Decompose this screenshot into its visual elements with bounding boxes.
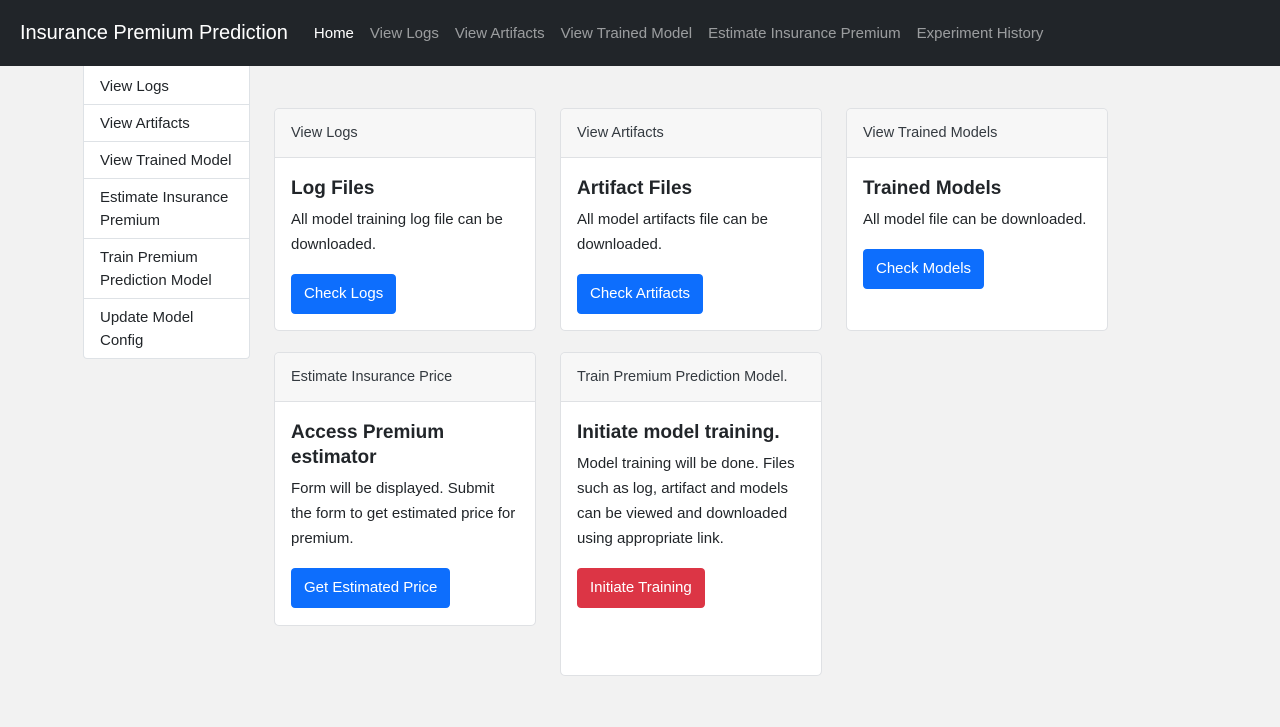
sidebar-item-update-model-config[interactable]: Update Model Config: [84, 298, 249, 358]
card-text: Model training will be done. Files such …: [577, 455, 795, 547]
sidebar-item-view-artifacts[interactable]: View Artifacts: [84, 104, 249, 141]
sidebar-item-view-trained-model[interactable]: View Trained Model: [84, 141, 249, 178]
check-models-button[interactable]: Check Models: [863, 249, 985, 289]
card-title: Log Files: [291, 178, 375, 199]
card-header: View Logs: [275, 109, 535, 158]
nav-link-experiment-history[interactable]: Experiment History: [917, 25, 1044, 42]
card-view-logs: View Logs Log Files All model training l…: [274, 108, 536, 331]
nav-link-view-logs[interactable]: View Logs: [370, 25, 439, 42]
card-header: View Trained Models: [847, 109, 1107, 158]
card-text: All model training log file can be downl…: [291, 211, 503, 253]
sidebar-item-view-logs[interactable]: View Logs: [84, 66, 249, 104]
card-body: Log Files All model training log file ca…: [275, 158, 535, 330]
nav-link-home[interactable]: Home: [314, 25, 354, 42]
sidebar-item-train-premium-prediction-model[interactable]: Train Premium Prediction Model: [84, 238, 249, 298]
card-train-premium-prediction-model: Train Premium Prediction Model. Initiate…: [560, 352, 822, 676]
sidebar-item-estimate-insurance-premium[interactable]: Estimate Insurance Premium: [84, 178, 249, 238]
card-body: Initiate model training. Model training …: [561, 402, 821, 625]
check-logs-button[interactable]: Check Logs: [291, 274, 397, 314]
initiate-training-button[interactable]: Initiate Training: [577, 568, 705, 608]
navbar-brand[interactable]: Insurance Premium Prediction: [20, 22, 288, 45]
card-body: Artifact Files All model artifacts file …: [561, 158, 821, 330]
card-text: All model file can be downloaded.: [863, 211, 1087, 228]
nav-link-view-artifacts[interactable]: View Artifacts: [455, 25, 545, 42]
card-estimate-insurance-price: Estimate Insurance Price Access Premium …: [274, 352, 536, 626]
card-text: All model artifacts file can be download…: [577, 211, 768, 253]
sidebar: View Logs View Artifacts View Trained Mo…: [83, 66, 250, 359]
card-title: Artifact Files: [577, 178, 693, 199]
card-text: Form will be displayed. Submit the form …: [291, 480, 516, 547]
card-view-trained-models: View Trained Models Trained Models All m…: [846, 108, 1108, 331]
card-title: Access Premium estimator: [291, 422, 445, 468]
card-header: Train Premium Prediction Model.: [561, 353, 821, 402]
card-header: View Artifacts: [561, 109, 821, 158]
card-header: Estimate Insurance Price: [275, 353, 535, 402]
card-view-artifacts: View Artifacts Artifact Files All model …: [560, 108, 822, 331]
card-body: Trained Models All model file can be dow…: [847, 158, 1107, 306]
card-title: Trained Models: [863, 178, 1002, 199]
get-estimated-price-button[interactable]: Get Estimated Price: [291, 568, 451, 608]
card-title: Initiate model training.: [577, 422, 780, 443]
navbar: Insurance Premium Prediction Home View L…: [0, 0, 1280, 66]
card-body: Access Premium estimator Form will be di…: [275, 402, 535, 625]
nav-link-view-trained-model[interactable]: View Trained Model: [561, 25, 692, 42]
nav-link-estimate-insurance-premium[interactable]: Estimate Insurance Premium: [708, 25, 901, 42]
check-artifacts-button[interactable]: Check Artifacts: [577, 274, 704, 314]
